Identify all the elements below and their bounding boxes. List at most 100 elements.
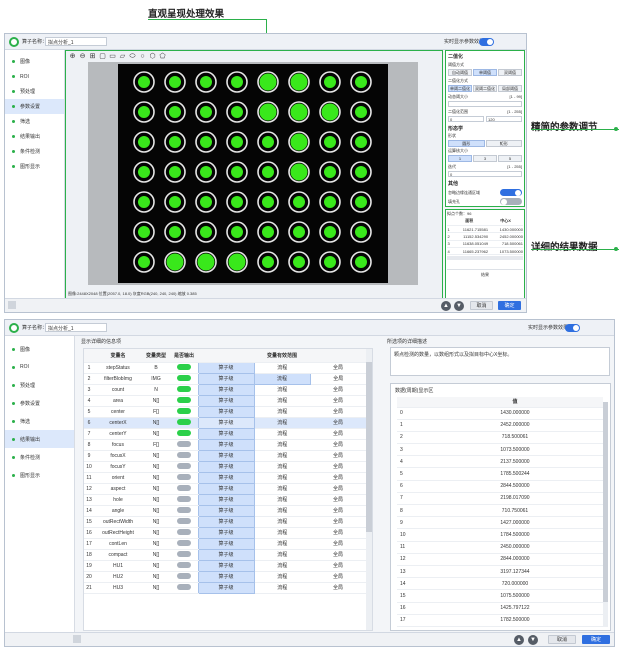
sidebar-item[interactable]: 筛选	[5, 114, 64, 129]
size-button[interactable]: 5	[498, 155, 522, 162]
scrollbar[interactable]	[366, 349, 372, 630]
table-row[interactable]: 15 outRectWidth N[] 算子级 流程 全局	[84, 515, 366, 528]
sidebar-item[interactable]: 图形显示	[5, 466, 74, 484]
output-toggle[interactable]	[176, 584, 191, 591]
table-row[interactable]: 14 angle N[] 算子级 流程 全局	[84, 504, 366, 517]
ok-button[interactable]: 确定	[498, 301, 521, 310]
zoom-out-icon[interactable]: ⊖	[78, 52, 87, 61]
output-toggle[interactable]	[176, 496, 191, 503]
mode-button[interactable]: 双阈值	[498, 69, 522, 76]
image-canvas[interactable]	[88, 62, 418, 285]
table-row[interactable]: 17 contLen N[] 算子级 流程 全局	[84, 537, 366, 550]
polygon2-icon[interactable]: ⬠	[158, 52, 167, 61]
sidebar-item[interactable]: 筛选	[5, 412, 74, 430]
realtime-toggle[interactable]	[565, 324, 580, 332]
sidebar-item[interactable]: 条件检测	[5, 448, 74, 466]
table-row[interactable]: 8 focus F[] 算子级 流程 全局	[84, 438, 366, 451]
zoom-in-icon[interactable]: ⊕	[68, 52, 77, 61]
sidebar-item-active[interactable]: 参数设置	[5, 99, 64, 114]
table-row[interactable]: 12 aspect N[] 算子级 流程 全局	[84, 482, 366, 495]
rect-icon[interactable]: ▭	[108, 52, 117, 61]
table-row[interactable]: 3 11638.051049 718.500061	[447, 240, 523, 249]
table-row[interactable]: 7 centerY N[] 算子级 流程 全局	[84, 427, 366, 440]
output-toggle[interactable]	[176, 507, 191, 514]
sidebar-item[interactable]: ROI	[5, 358, 74, 376]
output-toggle[interactable]	[176, 397, 191, 404]
min-area-input[interactable]	[448, 101, 522, 107]
down-icon[interactable]: ▼	[528, 635, 538, 645]
name-input[interactable]: 拟点分析_1	[45, 37, 107, 46]
table-row[interactable]: 1 stepStatus B 算子级 流程 全局	[84, 361, 366, 374]
table-row[interactable]: 2 11152.534290 2452.000000	[447, 232, 523, 241]
table-row[interactable]: 18 compact N[] 算子级 流程 全局	[84, 548, 366, 561]
scrollbar[interactable]	[447, 256, 523, 261]
sidebar-item[interactable]: 结果输出	[5, 129, 64, 144]
output-toggle[interactable]	[176, 518, 191, 525]
sidebar-item[interactable]: 参数设置	[5, 394, 74, 412]
ellipse-icon[interactable]: ⬭	[128, 52, 137, 61]
edge-toggle[interactable]	[500, 189, 522, 196]
table-row[interactable]: 4 area N[] 算子级 流程 全局	[84, 394, 366, 407]
sidebar-item[interactable]: 图像	[5, 340, 74, 358]
cancel-button[interactable]: 取消	[548, 635, 576, 644]
table-row[interactable]: 9 focusX N[] 算子级 流程 全局	[84, 449, 366, 462]
table-row[interactable]: 11 orient N[] 算子级 流程 全局	[84, 471, 366, 484]
table-row[interactable]: 6 centerX N[] 算子级 流程 全局	[84, 416, 366, 429]
output-toggle[interactable]	[176, 474, 191, 481]
sidebar-item[interactable]: 图像	[5, 54, 64, 69]
sidebar-item[interactable]: 条件检测	[5, 144, 64, 159]
scrollbar[interactable]	[603, 402, 608, 627]
fill-toggle[interactable]	[500, 198, 522, 205]
table-row[interactable]: 4 11665.237962 1073.500000	[447, 247, 523, 256]
circle-icon[interactable]: ○	[138, 52, 147, 61]
method-button[interactable]: 局部阈值	[498, 85, 522, 92]
output-toggle[interactable]	[176, 419, 191, 426]
output-toggle[interactable]	[176, 485, 191, 492]
output-toggle[interactable]	[176, 430, 191, 437]
sidebar-item[interactable]: 预处理	[5, 376, 74, 394]
name-input[interactable]: 拟点分析_1	[45, 323, 107, 332]
sidebar-item-active[interactable]: 结果输出	[5, 430, 74, 448]
table-row[interactable]: 19 HU1 N[] 算子级 流程 全局	[84, 559, 366, 572]
output-toggle[interactable]	[176, 375, 191, 382]
output-toggle[interactable]	[176, 463, 191, 470]
output-toggle[interactable]	[176, 452, 191, 459]
realtime-toggle[interactable]	[479, 38, 494, 46]
sidebar-item[interactable]: 图形显示	[5, 159, 64, 174]
output-toggle[interactable]	[176, 540, 191, 547]
sidebar-item[interactable]: ROI	[5, 69, 64, 84]
table-row[interactable]: 5 center F[] 算子级 流程 全局	[84, 405, 366, 418]
fit-icon[interactable]: ⊞	[88, 52, 97, 61]
table-row[interactable]: 3 count N 算子级 流程 全局	[84, 383, 366, 396]
table-row[interactable]: 13 hole N[] 算子级 流程 全局	[84, 493, 366, 506]
table-row[interactable]: 21 HU3 N[] 算子级 流程 全局	[84, 581, 366, 594]
size-button[interactable]: 3	[473, 155, 497, 162]
thresh-low-input[interactable]: 0	[448, 116, 484, 122]
method-button[interactable]: 双阈二值化	[473, 85, 497, 92]
table-row[interactable]: 1 11621.715581 1430.000000	[447, 225, 523, 234]
rect2-icon[interactable]: ▱	[118, 52, 127, 61]
output-toggle[interactable]	[176, 386, 191, 393]
polygon-icon[interactable]: ⬡	[148, 52, 157, 61]
up-icon[interactable]: ▲	[441, 301, 451, 311]
method-button[interactable]: 单阈二值化	[448, 85, 472, 92]
table-row[interactable]: 10 focusY N[] 算子级 流程 全局	[84, 460, 366, 473]
output-toggle[interactable]	[176, 551, 191, 558]
table-row[interactable]: 2 filterBlobImg IMG 算子级 流程 全局	[84, 372, 366, 385]
ok-button[interactable]: 确定	[582, 635, 610, 644]
table-row[interactable]: 16 outRectHeight N[] 算子级 流程 全局	[84, 526, 366, 539]
shape-button[interactable]: 矩形	[485, 140, 522, 147]
down-icon[interactable]: ▼	[454, 301, 464, 311]
size-button[interactable]: 1	[448, 155, 472, 162]
shape-button[interactable]: 圆形	[448, 140, 485, 147]
output-toggle[interactable]	[176, 364, 191, 371]
sidebar-item[interactable]: 预处理	[5, 84, 64, 99]
output-toggle[interactable]	[176, 441, 191, 448]
mode-button[interactable]: 单阈值	[473, 69, 497, 76]
cancel-button[interactable]: 取消	[470, 301, 493, 310]
output-toggle[interactable]	[176, 529, 191, 536]
up-icon[interactable]: ▲	[514, 635, 524, 645]
result-tab[interactable]: 结果	[447, 269, 523, 278]
iter-input[interactable]: 0	[448, 171, 522, 177]
output-toggle[interactable]	[176, 562, 191, 569]
